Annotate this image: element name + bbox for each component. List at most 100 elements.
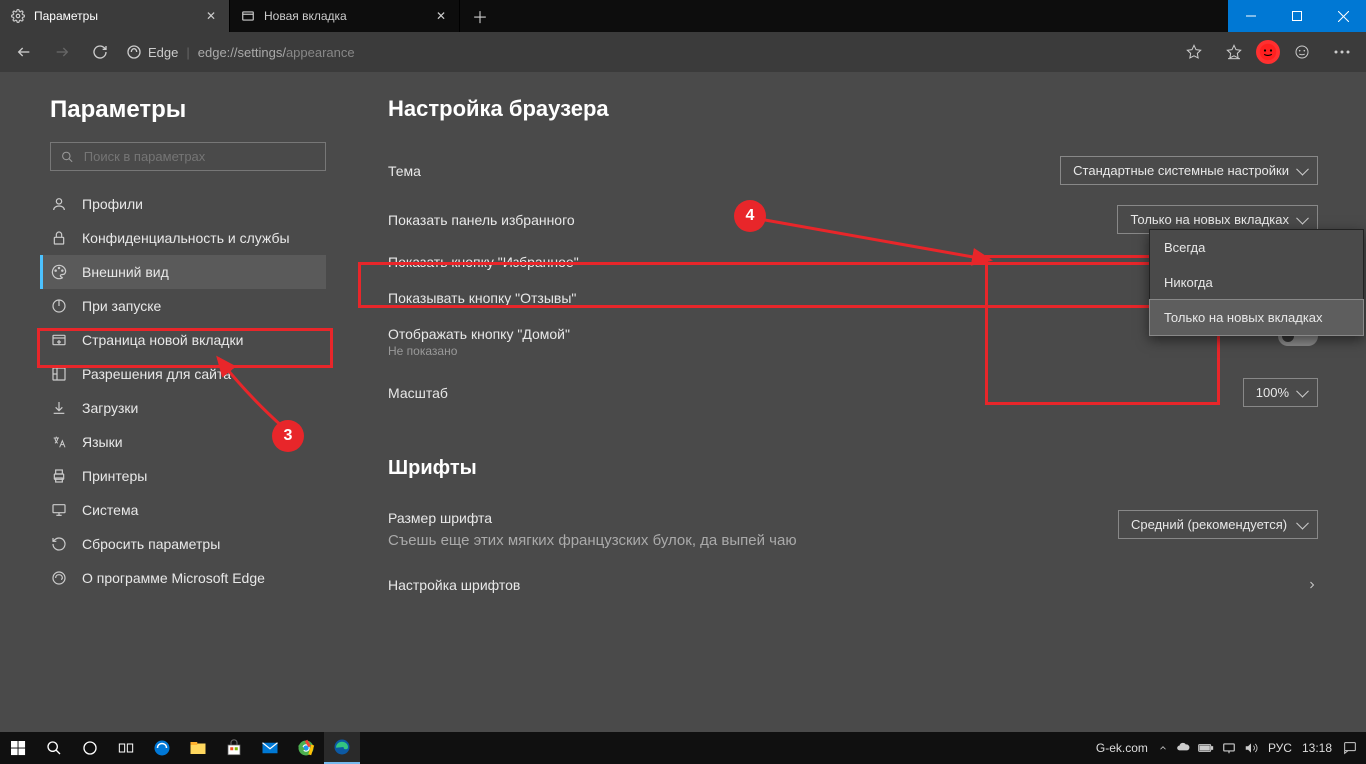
permissions-icon [50,365,68,383]
fontsize-label: Размер шрифта [388,510,797,526]
section-title: Настройка браузера [388,96,1318,122]
tab-label: Параметры [34,9,195,23]
taskbar-chrome[interactable] [288,732,324,764]
edge-identity: Edge [126,44,178,60]
taskbar-site: G-ek.com [1096,741,1148,755]
reset-icon [50,535,68,553]
maximize-button[interactable] [1274,0,1320,32]
power-icon [50,297,68,315]
settings-search[interactable] [50,142,326,171]
feedback-button[interactable] [1284,34,1320,70]
notifications-icon[interactable] [1342,740,1358,756]
tab-settings[interactable]: Параметры ✕ [0,0,230,32]
taskview-button[interactable] [108,732,144,764]
url-text: edge://settings/appearance [198,45,355,60]
sidebar-item-system[interactable]: Система [40,493,326,527]
taskbar-time[interactable]: 13:18 [1302,741,1332,755]
fontsize-row: Размер шрифта Съешь еще этих мягких фран… [388,500,1318,559]
feedback-label: Показывать кнопку "Отзывы" [388,290,576,306]
gear-icon [10,8,26,24]
taskbar-mail[interactable] [252,732,288,764]
theme-row: Тема Стандартные системные настройки [388,146,1318,195]
taskbar-explorer[interactable] [180,732,216,764]
window-controls [1228,0,1366,32]
sidebar-item-profiles[interactable]: Профили [40,187,326,221]
wifi-icon [1222,741,1236,755]
toolbar: Edge | edge://settings/appearance [0,32,1366,72]
windows-taskbar: G-ek.com РУС 13:18 [0,732,1366,764]
forward-button[interactable] [44,34,80,70]
taskbar-store[interactable] [216,732,252,764]
start-button[interactable] [0,732,36,764]
battery-icon [1198,742,1214,754]
user-icon [50,195,68,213]
main-content: Параметры Профили Конфиденциальность и с… [0,72,1366,732]
edge-icon [50,569,68,587]
chevron-right-icon [1306,579,1318,591]
minimize-button[interactable] [1228,0,1274,32]
fontsize-sample: Съешь еще этих мягких французских булок,… [388,532,797,549]
theme-label: Тема [388,163,421,179]
dropdown-option-always[interactable]: Всегда [1150,230,1363,265]
language-icon [50,433,68,451]
system-tray[interactable] [1158,741,1258,755]
chevron-up-icon [1158,743,1168,753]
fontsize-select[interactable]: Средний (рекомендуется) [1118,510,1318,539]
close-icon[interactable]: ✕ [203,8,219,24]
home-label: Отображать кнопку "Домой" [388,326,570,342]
system-icon [50,501,68,519]
favbtn-label: Показать кнопку "Избранное" [388,254,579,270]
favorites-list-button[interactable] [1216,34,1252,70]
favorite-button[interactable] [1176,34,1212,70]
taskbar-lang[interactable]: РУС [1268,741,1292,755]
home-sub: Не показано [388,344,570,358]
search-input[interactable] [84,149,315,164]
zoom-select[interactable]: 100% [1243,378,1318,407]
dropdown-option-never[interactable]: Никогда [1150,265,1363,300]
tab-label: Новая вкладка [264,9,425,23]
zoom-row: Масштаб 100% [388,368,1318,417]
volume-icon [1244,741,1258,755]
titlebar: Параметры ✕ Новая вкладка ✕ ＋ [0,0,1366,32]
tab-newtab[interactable]: Новая вкладка ✕ [230,0,460,32]
theme-select[interactable]: Стандартные системные настройки [1060,156,1318,185]
back-button[interactable] [6,34,42,70]
cortana-button[interactable] [72,732,108,764]
taskbar-edge-running[interactable] [324,732,360,764]
favbar-dropdown: Всегда Никогда Только на новых вкладках [1149,229,1364,336]
lock-icon [50,229,68,247]
settings-sidebar: Параметры Профили Конфиденциальность и с… [0,72,348,732]
fontcustom-row[interactable]: Настройка шрифтов [388,567,1318,603]
edge-label: Edge [148,45,178,60]
appearance-icon [50,263,68,281]
close-icon[interactable]: ✕ [433,8,449,24]
dropdown-option-newtabs[interactable]: Только на новых вкладках [1149,299,1364,336]
sidebar-item-printers[interactable]: Принтеры [40,459,326,493]
sidebar-item-startup[interactable]: При запуске [40,289,326,323]
favbar-label: Показать панель избранного [388,212,575,228]
sidebar-item-reset[interactable]: Сбросить параметры [40,527,326,561]
taskbar-edge-legacy[interactable] [144,732,180,764]
annotation-badge-4: 4 [734,200,766,232]
refresh-button[interactable] [82,34,118,70]
sidebar-title: Параметры [50,96,326,124]
sidebar-item-privacy[interactable]: Конфиденциальность и службы [40,221,326,255]
sidebar-item-newtab[interactable]: Страница новой вкладки [40,323,326,357]
profile-avatar[interactable] [1256,40,1280,64]
sidebar-item-about[interactable]: О программе Microsoft Edge [40,561,326,595]
onedrive-icon [1176,741,1190,755]
newtab-icon [240,8,256,24]
sidebar-item-appearance[interactable]: Внешний вид [40,255,326,289]
search-icon [61,150,74,164]
settings-content: Настройка браузера Тема Стандартные сист… [348,72,1366,732]
menu-button[interactable] [1324,34,1360,70]
sidebar-item-permissions[interactable]: Разрешения для сайта [40,357,326,391]
close-window-button[interactable] [1320,0,1366,32]
new-tab-button[interactable]: ＋ [460,0,500,32]
annotation-badge-3: 3 [272,420,304,452]
address-bar[interactable]: Edge | edge://settings/appearance [126,44,355,60]
taskbar-search[interactable] [36,732,72,764]
fonts-title: Шрифты [388,457,1318,480]
printer-icon [50,467,68,485]
download-icon [50,399,68,417]
